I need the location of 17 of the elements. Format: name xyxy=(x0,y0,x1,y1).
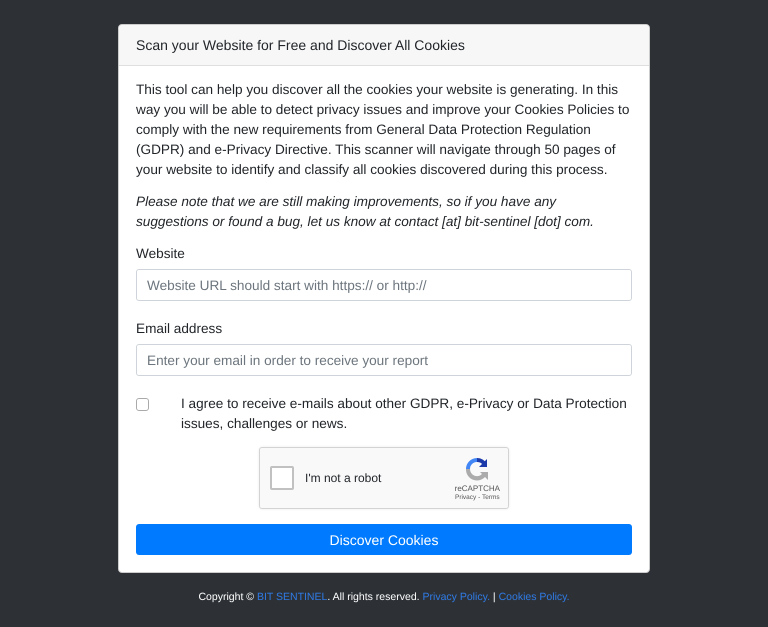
captcha-label: I'm not a robot xyxy=(305,471,382,485)
input-field[interactable]: Enter your email in order to receive your report xyxy=(136,344,632,376)
intro-text: This tool can help you discover all the cookies your website is generating. In this way you will be able to detect privacy issues and improve your Cookies Policies to comply with the new requirements from General Data Protection Regulation (GDPR) and e-Privacy Directive. This scanner will navigate through 50 pages of your website to identify and classify all cookies discovered during this process. xyxy=(136,81,630,179)
discover-button[interactable]: Discover Cookies xyxy=(136,524,632,555)
field-label: Website xyxy=(136,246,186,261)
captcha-checkbox[interactable] xyxy=(270,466,294,490)
captcha-brand: reCAPTCHA xyxy=(454,484,500,493)
input-field[interactable]: Website URL should start with https:// or http:// xyxy=(136,269,632,301)
consent-checkbox[interactable] xyxy=(136,398,149,411)
footer-link[interactable]: BIT SENTINEL xyxy=(256,591,328,603)
copyright-text: Copyright © BIT SENTINEL. All rights reserved. Privacy Policy. | Cookies Policy. xyxy=(198,591,570,603)
field-label: Email address xyxy=(136,321,224,336)
consent-label: I agree to receive e-mails about other GDPR, e-Privacy or Data Protection issues, challenges or news. xyxy=(181,395,628,433)
footer-link[interactable]: Cookies Policy. xyxy=(498,591,570,603)
note-text: Please note that we are still making improvements, so if you have any suggestions or found a bug, let us know at contact [at] bit-sentinel [dot] com. xyxy=(136,193,595,231)
footer-link[interactable]: Privacy Policy. xyxy=(422,591,490,603)
card-title: Scan your Website for Free and Discover All Cookies xyxy=(119,25,649,66)
